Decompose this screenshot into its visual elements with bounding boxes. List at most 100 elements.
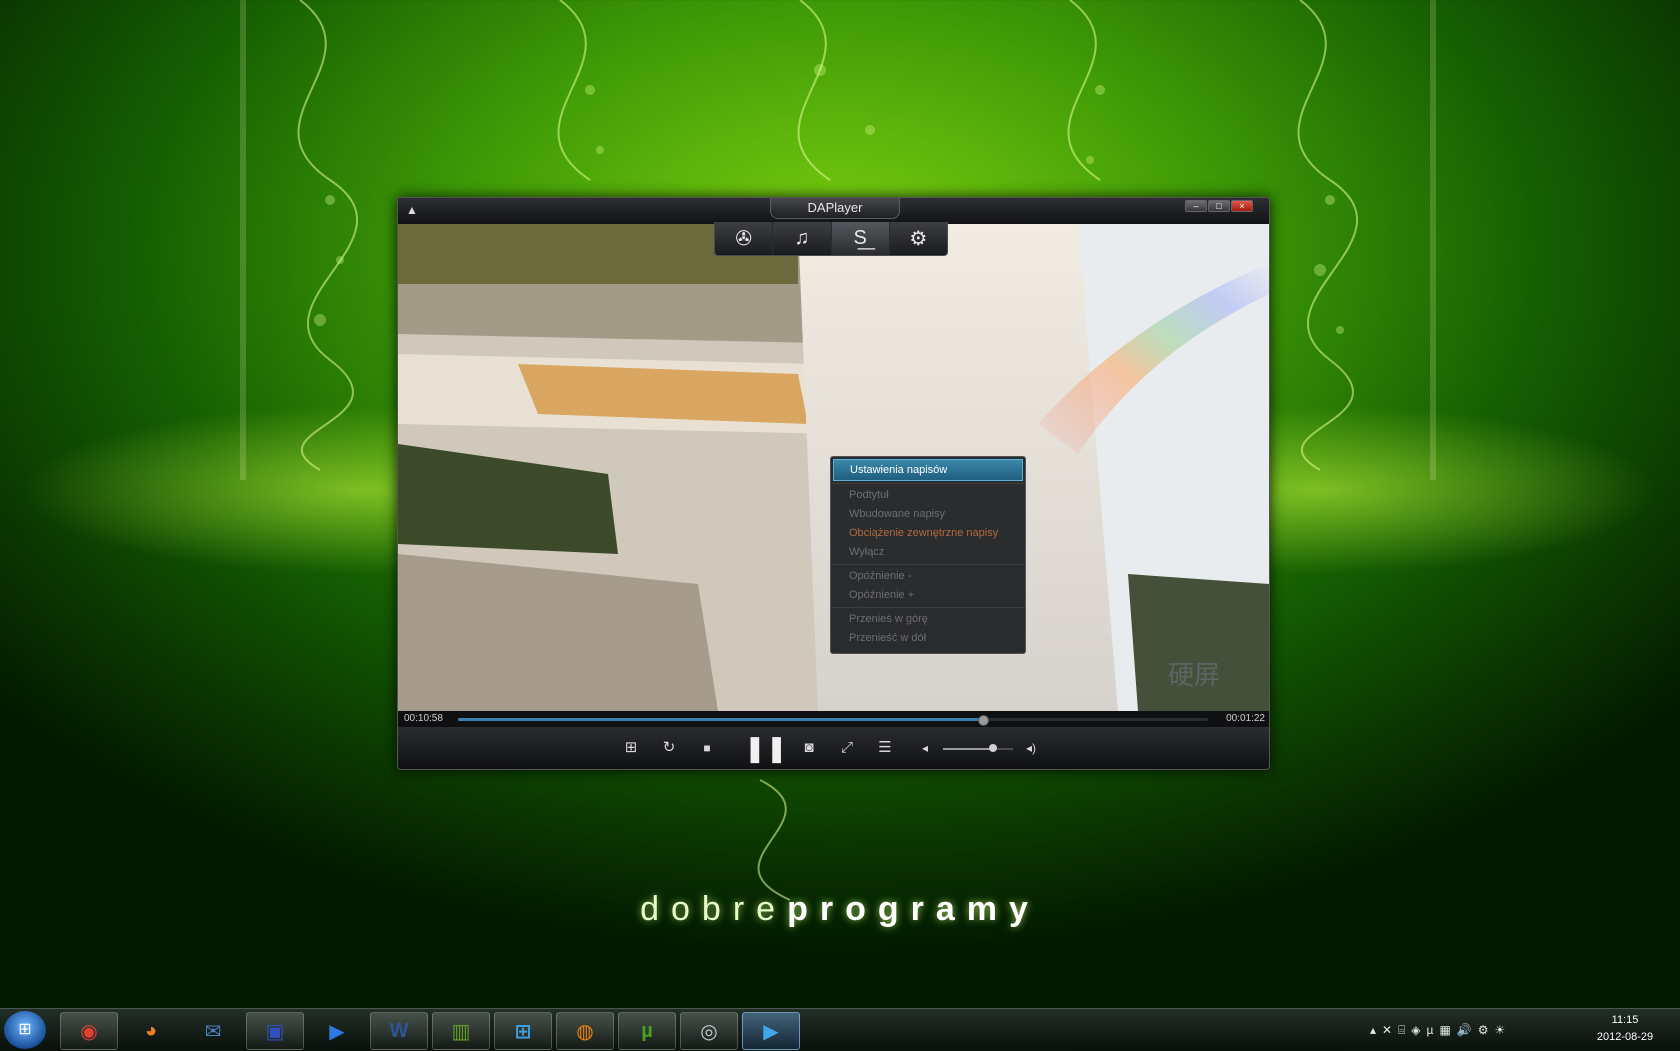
video-tab[interactable]: ✇ [715,222,774,255]
settings-tab[interactable]: ⚙ [890,222,947,255]
open-file-icon: ⊞ [624,739,638,756]
music-notes-icon: ♫ [794,227,810,249]
firefox-icon: ◕ [144,1019,158,1042]
menu-item-move-down[interactable]: Przenieść w dół [831,629,1025,648]
film-reel-icon: ✇ [735,228,752,250]
taskbar-item-daplayer[interactable]: ▶ [742,1012,800,1050]
subtitle-menu: Ustawienia napisów Podtytuł Wbudowane na… [830,456,1026,654]
film-strip-icon: ▥ [451,1020,471,1043]
pause-icon: ❚❚ [744,733,788,763]
taskbar-item-utorrent[interactable]: µ [618,1012,676,1050]
desktop-wordmark: dobreprogramy [0,890,1680,929]
player-window: ▲ DAPlayer – □ × 硬屏 ✇ ♫ S͟ ⚙ Ustawienia … [397,197,1270,770]
taskbar-item-office[interactable]: ◍ [556,1012,614,1050]
menu-separator [831,607,1025,608]
control-bar: ⊞ ↻ ■ ❚❚ ◙ ⤢ ☰ ◂ ◂) [398,727,1269,769]
subtitles-tab[interactable]: S͟ [831,222,890,255]
tray-volume-icon[interactable]: 🔊 [1457,1023,1472,1037]
wordmark-bold: programy [787,890,1040,928]
maximize-button[interactable]: □ [1208,200,1230,212]
disc-settings-icon: ⚙ [909,228,928,250]
volume-slider[interactable] [943,744,1013,752]
tray-utorrent-icon[interactable]: µ [1427,1023,1434,1037]
menu-separator [831,483,1025,484]
menu-item-subtitle[interactable]: Podtytuł [831,486,1025,505]
pause-button[interactable]: ❚❚ [744,733,788,763]
audio-tab[interactable]: ♫ [773,222,832,255]
clock-time: 11:15 [1611,1014,1639,1026]
media-player-icon: ▶ [329,1020,345,1043]
taskbar: ⊞ ◉ ◕ ✉ ▣ ▶ W ▥ ⊞ ◍ µ ◎ ▶ ▴ ✕ ⌸ ◈ µ ▦ 🔊 … [0,1008,1680,1051]
shirt-icon[interactable]: ▲ [406,204,418,216]
office-icon: ◍ [576,1020,594,1043]
menu-item-subtitle-settings[interactable]: Ustawienia napisów [833,459,1023,481]
taskbar-item-word[interactable]: W [370,1012,428,1050]
daplayer-icon: ▶ [763,1020,779,1043]
tray-weather-icon[interactable]: ☀ [1495,1023,1506,1037]
steam-icon: ◎ [700,1020,718,1043]
tray-antivirus-icon[interactable]: ✕ [1382,1023,1392,1037]
tray-sync-icon[interactable]: ◈ [1411,1023,1420,1037]
seek-bar[interactable] [458,715,1208,726]
subtitles-icon: S͟ [853,227,867,249]
fullscreen-button[interactable]: ⤢ [836,737,858,759]
seek-bar-fill [458,718,983,721]
tray-network-icon[interactable]: ⌸ [1398,1023,1405,1038]
windows-icon: ⊞ [514,1020,532,1043]
tray-monitor-icon[interactable]: ▦ [1439,1023,1450,1037]
system-tray: ▴ ✕ ⌸ ◈ µ ▦ 🔊 ⚙ ☀ [1370,1021,1505,1039]
menu-item-delay-plus[interactable]: Opóźnienie + [831,586,1025,605]
volume-fill [943,748,994,750]
menu-item-embedded-subtitles[interactable]: Wbudowane napisy [831,505,1025,524]
remaining-time: 00:01:22 [1226,713,1265,724]
menu-item-delay-minus[interactable]: Opóźnienie - [831,567,1025,586]
open-file-button[interactable]: ⊞ [620,737,642,759]
title-bar[interactable]: ▲ DAPlayer – □ × [398,198,1269,224]
taskbar-item-steam[interactable]: ◎ [680,1012,738,1050]
stop-icon: ■ [703,741,711,755]
minimize-button[interactable]: – [1185,200,1207,212]
snapshot-button[interactable]: ◙ [798,737,820,759]
taskbar-item-windows[interactable]: ⊞ [494,1012,552,1050]
thunderbird-icon: ✉ [204,1020,222,1043]
volume-max-button[interactable]: ◂) [1020,737,1042,759]
seek-handle[interactable] [978,715,989,726]
menu-item-load-external-subtitles[interactable]: Obciążenie zewnętrzne napisy [831,524,1025,543]
clock[interactable]: 11:15 2012-08-29 [1590,1012,1660,1046]
seek-row: 00:10:58 00:01:22 [398,711,1269,727]
word-icon: W [389,1019,409,1042]
chrome-icon: ◉ [80,1020,98,1043]
player-toolbar: ✇ ♫ S͟ ⚙ [714,222,948,256]
stop-button[interactable]: ■ [696,737,718,759]
start-button[interactable]: ⊞ [4,1011,46,1049]
taskbar-item-film-strip[interactable]: ▥ [432,1012,490,1050]
wordmark-light: dobre [640,890,788,928]
menu-separator [831,564,1025,565]
taskbar-item-firefox[interactable]: ◕ [122,1012,180,1050]
window-title: DAPlayer [770,198,900,219]
playlist-icon: ☰ [878,739,892,756]
taskbar-item-thunderbird[interactable]: ✉ [184,1012,242,1050]
volume-handle[interactable] [989,744,998,752]
menu-item-move-up[interactable]: Przenieś w górę [831,610,1025,629]
utorrent-icon: µ [641,1019,653,1042]
repeat-button[interactable]: ↻ [658,737,680,759]
volume-high-icon: ◂) [1025,741,1037,755]
taskbar-item-save[interactable]: ▣ [246,1012,304,1050]
taskbar-item-media-player[interactable]: ▶ [308,1012,366,1050]
tray-steam-icon[interactable]: ⚙ [1478,1023,1489,1037]
tray-expand-icon[interactable]: ▴ [1370,1023,1376,1037]
elapsed-time: 00:10:58 [404,713,443,724]
mute-button[interactable]: ◂ [914,737,936,759]
fullscreen-icon: ⤢ [840,739,853,756]
volume-low-icon: ◂ [921,741,929,755]
windows-logo-icon: ⊞ [18,1021,32,1038]
close-button[interactable]: × [1231,200,1253,212]
repeat-icon: ↻ [662,739,676,756]
menu-item-disable[interactable]: Wyłącz [831,543,1025,562]
clock-date: 2012-08-29 [1596,1031,1654,1043]
playlist-button[interactable]: ☰ [874,737,896,759]
taskbar-item-chrome[interactable]: ◉ [60,1012,118,1050]
floppy-disk-icon: ▣ [265,1020,285,1043]
camera-icon: ◙ [804,739,814,756]
